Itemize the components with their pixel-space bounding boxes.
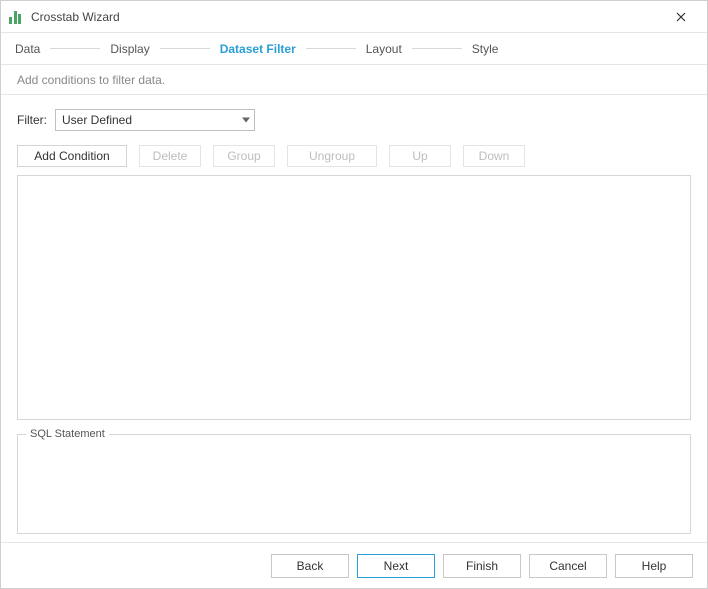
- step-layout[interactable]: Layout: [366, 42, 402, 56]
- delete-button: Delete: [139, 145, 201, 167]
- up-button: Up: [389, 145, 451, 167]
- close-button[interactable]: [663, 5, 699, 29]
- chevron-down-icon: [242, 118, 250, 123]
- conditions-list[interactable]: [17, 175, 691, 420]
- sql-statement-panel: SQL Statement: [17, 434, 691, 534]
- sql-statement-legend: SQL Statement: [26, 428, 109, 440]
- step-description: Add conditions to filter data.: [1, 65, 707, 95]
- step-style[interactable]: Style: [472, 42, 499, 56]
- add-condition-label: Add Condition: [34, 149, 109, 163]
- down-button: Down: [463, 145, 525, 167]
- filter-label: Filter:: [17, 113, 47, 127]
- back-button[interactable]: Back: [271, 554, 349, 578]
- titlebar: Crosstab Wizard: [1, 1, 707, 33]
- add-condition-button[interactable]: Add Condition: [17, 145, 127, 167]
- filter-select[interactable]: User Defined: [55, 109, 255, 131]
- up-label: Up: [412, 149, 427, 163]
- ungroup-button: Ungroup: [287, 145, 377, 167]
- help-button[interactable]: Help: [615, 554, 693, 578]
- step-separator: [306, 48, 356, 49]
- group-label: Group: [227, 149, 260, 163]
- step-dataset-filter[interactable]: Dataset Filter: [220, 42, 296, 56]
- filter-row: Filter: User Defined: [17, 109, 691, 131]
- window-title: Crosstab Wizard: [31, 10, 120, 24]
- ungroup-label: Ungroup: [309, 149, 355, 163]
- next-label: Next: [384, 559, 409, 573]
- step-data[interactable]: Data: [15, 42, 40, 56]
- conditions-toolbar: Add Condition Delete Group Ungroup Up Do…: [17, 145, 691, 167]
- filter-select-value: User Defined: [62, 113, 132, 127]
- crosstab-wizard-window: Crosstab Wizard Data Display Dataset Fil…: [0, 0, 708, 589]
- group-button: Group: [213, 145, 275, 167]
- help-label: Help: [642, 559, 667, 573]
- cancel-button[interactable]: Cancel: [529, 554, 607, 578]
- back-label: Back: [297, 559, 324, 573]
- step-description-text: Add conditions to filter data.: [17, 73, 165, 87]
- content-area: Filter: User Defined Add Condition Delet…: [1, 95, 707, 542]
- step-separator: [50, 48, 100, 49]
- step-separator: [160, 48, 210, 49]
- finish-label: Finish: [466, 559, 498, 573]
- finish-button[interactable]: Finish: [443, 554, 521, 578]
- app-icon: [9, 10, 23, 24]
- next-button[interactable]: Next: [357, 554, 435, 578]
- close-icon: [676, 12, 686, 22]
- wizard-steps: Data Display Dataset Filter Layout Style: [1, 33, 707, 65]
- down-label: Down: [479, 149, 510, 163]
- wizard-footer: Back Next Finish Cancel Help: [1, 542, 707, 588]
- delete-label: Delete: [153, 149, 188, 163]
- step-separator: [412, 48, 462, 49]
- step-display[interactable]: Display: [110, 42, 149, 56]
- cancel-label: Cancel: [549, 559, 586, 573]
